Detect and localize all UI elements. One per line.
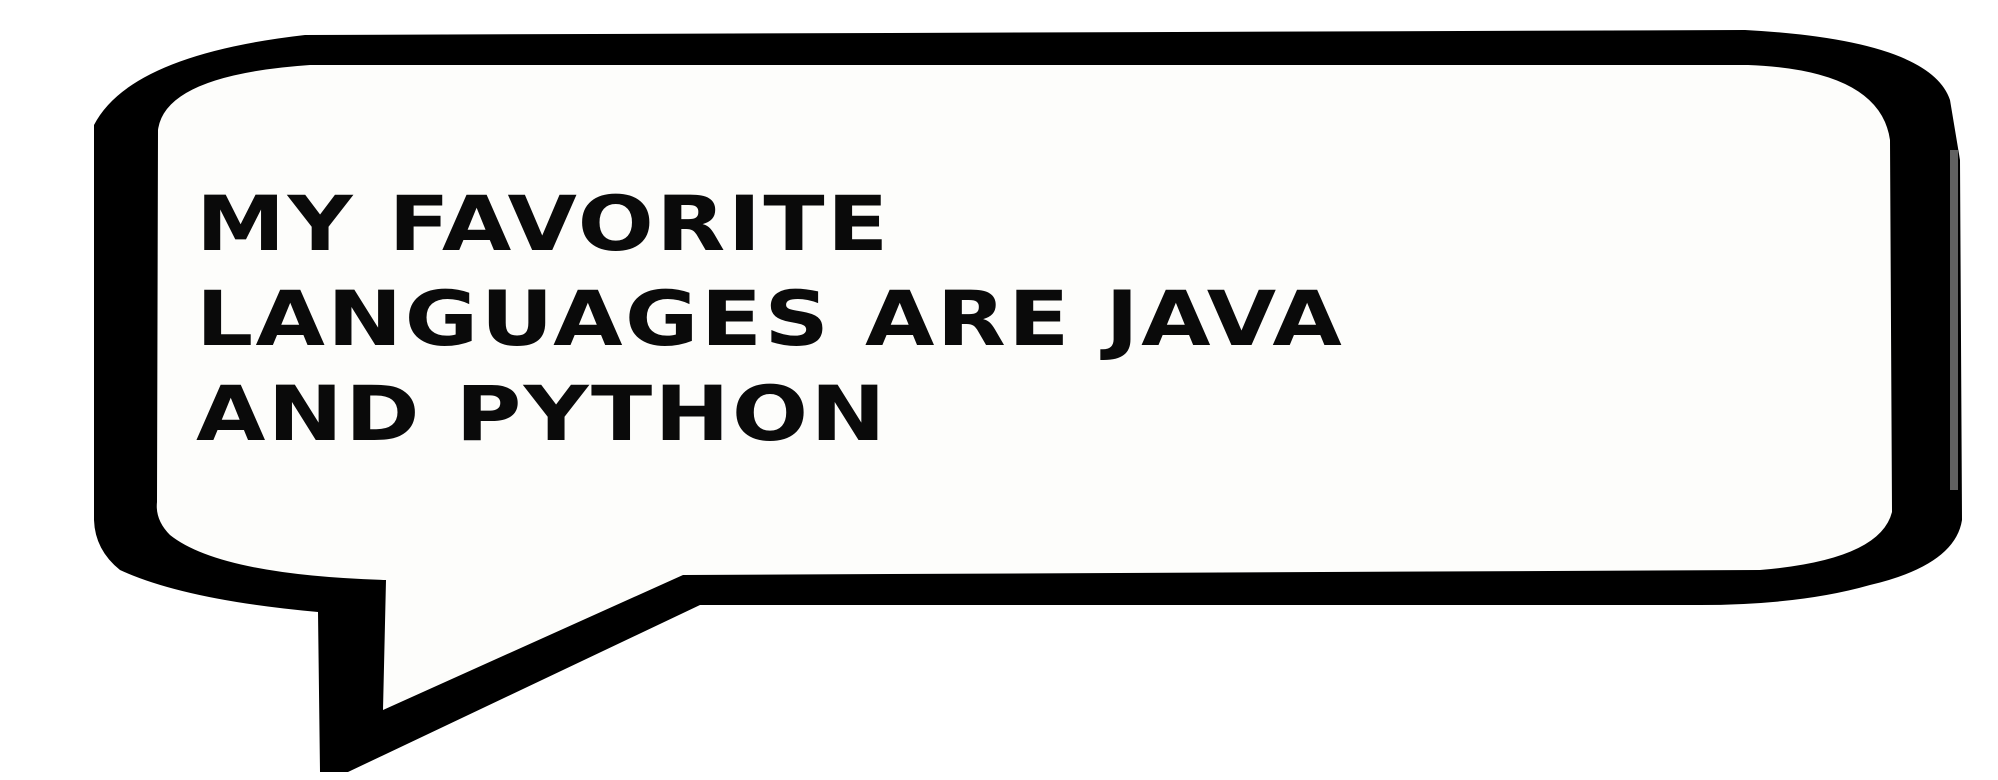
speech-line-3: AND PYTHON — [196, 369, 888, 458]
speech-bubble-text: MY FAVORITE LANGUAGES ARE JAVA AND PYTHO… — [196, 176, 1998, 461]
speech-line-2: LANGUAGES ARE JAVA — [196, 274, 1345, 363]
speech-line-1: MY FAVORITE — [196, 179, 891, 268]
